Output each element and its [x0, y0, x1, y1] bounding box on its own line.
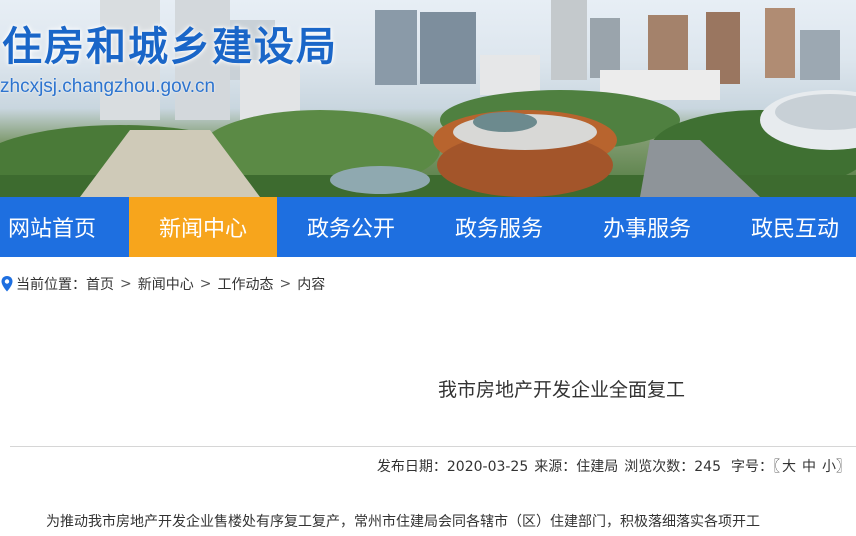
breadcrumb-separator: > [120, 276, 132, 292]
font-size-large-button[interactable]: 大 [782, 456, 796, 476]
nav-item-public-interaction[interactable]: 政民互动 [721, 197, 856, 257]
nav-item-government-affairs[interactable]: 政务公开 [277, 197, 425, 257]
article-meta: 发布日期：2020-03-25 来源：住建局 浏览次数：245 字号：〖 大 中… [371, 456, 850, 476]
view-count: 浏览次数：245 [624, 459, 721, 475]
site-url: zhcxjsj.changzhou.gov.cn [0, 76, 216, 97]
main-nav: 网站首页 新闻中心 政务公开 政务服务 办事服务 政民互动 [0, 197, 856, 257]
breadcrumb-item-work-news[interactable]: 工作动态 [217, 274, 273, 294]
breadcrumb-item-content: 内容 [297, 277, 326, 293]
site-title: 住房和城乡建设局 [2, 24, 338, 70]
article-source: 来源：住建局 [534, 459, 619, 475]
nav-item-government-services[interactable]: 政务服务 [425, 197, 573, 257]
nav-item-home[interactable]: 网站首页 [0, 197, 129, 257]
article-title: 我市房地产开发企业全面复工 [438, 379, 686, 401]
breadcrumb-separator: > [199, 276, 212, 292]
font-size-label: 字号：〖 [731, 459, 780, 475]
location-pin-icon [1, 276, 13, 292]
font-size-small-button[interactable]: 小 [822, 456, 836, 476]
title-divider [10, 446, 856, 447]
publish-date: 发布日期：2020-03-25 [376, 459, 529, 475]
breadcrumb-item-home[interactable]: 首页 [86, 274, 114, 294]
font-size-medium-button[interactable]: 中 [802, 456, 816, 476]
breadcrumb: 当前位置： 首页 > 新闻中心 > 工作动态 > 内容 [0, 274, 325, 294]
breadcrumb-item-news-center[interactable]: 新闻中心 [138, 274, 194, 294]
breadcrumb-prefix: 当前位置： [16, 277, 86, 293]
breadcrumb-separator: > [279, 276, 292, 292]
article-body-paragraph: 为推动我市房地产开发企业售楼处有序复工复产，常州市住建局会同各辖市（区）住建部门… [46, 514, 760, 530]
header-banner: 住房和城乡建设局 zhcxjsj.changzhou.gov.cn [0, 0, 856, 197]
nav-item-handling-services[interactable]: 办事服务 [573, 197, 721, 257]
font-size-bracket-close: 〗 [836, 459, 850, 475]
nav-item-news-center[interactable]: 新闻中心 [129, 197, 277, 257]
